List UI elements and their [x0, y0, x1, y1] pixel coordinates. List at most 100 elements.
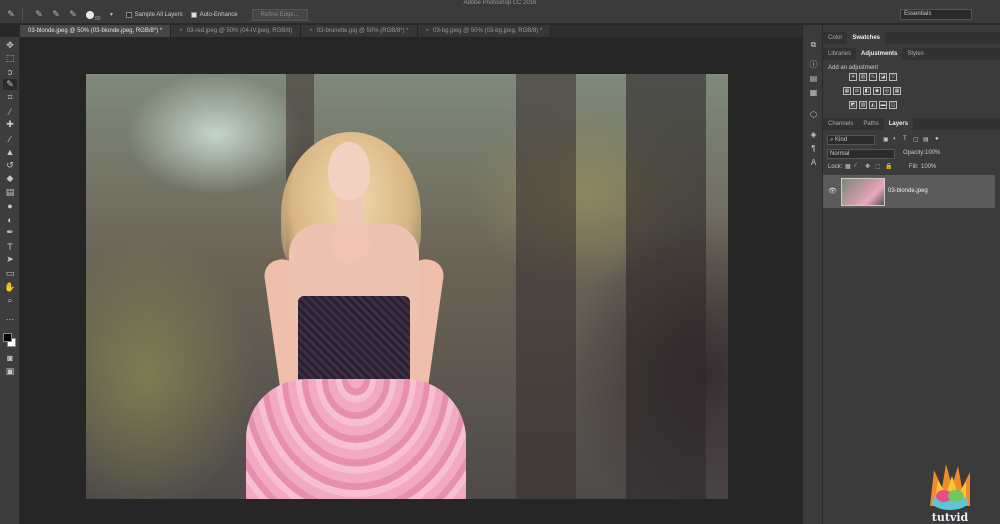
- color-balance-icon[interactable]: ⚖: [853, 87, 861, 95]
- close-icon[interactable]: ×: [179, 28, 183, 34]
- zoom-tool-icon[interactable]: ⌕: [3, 295, 17, 306]
- 3d-icon[interactable]: ⬡: [808, 109, 819, 120]
- smart-object-filter-icon[interactable]: ▤: [923, 136, 929, 143]
- workspace-select[interactable]: Essentials: [900, 9, 972, 20]
- clone-stamp-tool-icon[interactable]: ▲: [3, 146, 17, 157]
- quick-mask-icon[interactable]: ◙: [3, 352, 17, 363]
- hand-tool-icon[interactable]: ✋: [3, 282, 17, 293]
- document-image[interactable]: [86, 74, 728, 499]
- eyedropper-tool-icon[interactable]: ⁄: [3, 106, 17, 117]
- fill-value[interactable]: 100%: [921, 164, 936, 170]
- gradient-map-icon[interactable]: ▬: [879, 101, 887, 109]
- posterize-icon[interactable]: ▨: [859, 101, 867, 109]
- eye-icon[interactable]: 👁: [828, 187, 837, 195]
- info-icon[interactable]: ⓘ: [808, 59, 819, 70]
- character-icon[interactable]: A: [808, 157, 819, 168]
- channel-mixer-icon[interactable]: ◎: [883, 87, 891, 95]
- screen-mode-icon[interactable]: ▣: [3, 366, 17, 377]
- tab-swatches[interactable]: Swatches: [847, 32, 886, 44]
- selective-color-icon[interactable]: ◫: [889, 101, 897, 109]
- hue-saturation-icon[interactable]: ▦: [843, 87, 851, 95]
- checkbox-box[interactable]: [125, 11, 132, 18]
- canvas-area[interactable]: [20, 37, 802, 524]
- lock-all-icon[interactable]: 🔒: [885, 163, 892, 170]
- type-tool-icon[interactable]: T: [3, 241, 17, 252]
- close-icon[interactable]: ×: [426, 28, 430, 34]
- adjustment-filter-icon[interactable]: ◐: [893, 136, 897, 142]
- history-icon[interactable]: ⧉: [808, 39, 819, 50]
- layer-name[interactable]: 03-blonde.jpeg: [888, 188, 928, 194]
- fill-label: Fill:: [909, 164, 919, 170]
- brush-preset-picker[interactable]: [86, 10, 94, 19]
- black-white-icon[interactable]: ◧: [863, 87, 871, 95]
- levels-icon[interactable]: ▥: [859, 73, 867, 81]
- new-selection-icon[interactable]: ✎: [33, 9, 45, 21]
- properties-icon[interactable]: ▤: [808, 73, 819, 84]
- threshold-icon[interactable]: ◭: [869, 101, 877, 109]
- tab-doc-4[interactable]: × 03-bg.jpeg @ 50% (03-bg.jpeg, RGB/8) *: [417, 25, 552, 37]
- brush-tool-icon[interactable]: ∕: [3, 133, 17, 144]
- healing-brush-tool-icon[interactable]: ✚: [3, 119, 17, 130]
- tab-paths[interactable]: Paths: [858, 118, 883, 130]
- add-to-selection-icon[interactable]: ✎: [50, 9, 62, 21]
- opacity-value[interactable]: 100%: [925, 150, 940, 156]
- checkbox-box[interactable]: [190, 11, 197, 18]
- vibrance-icon[interactable]: ▽: [889, 73, 897, 81]
- lasso-tool-icon[interactable]: ↄ: [3, 66, 17, 77]
- auto-enhance-checkbox[interactable]: Auto-Enhance: [190, 11, 238, 18]
- pixel-filter-icon[interactable]: ▣: [883, 136, 889, 143]
- shape-filter-icon[interactable]: ▢: [913, 136, 919, 143]
- tab-channels[interactable]: Channels: [823, 118, 858, 130]
- marquee-tool-icon[interactable]: ⬚: [3, 53, 17, 64]
- paragraph-icon[interactable]: ¶: [808, 143, 819, 154]
- pen-tool-icon[interactable]: ✒: [3, 227, 17, 238]
- layer-row[interactable]: 👁 03-blonde.jpeg: [823, 175, 995, 208]
- path-selection-tool-icon[interactable]: ➤: [3, 254, 17, 265]
- exposure-icon[interactable]: ◪: [879, 73, 887, 81]
- subtract-from-selection-icon[interactable]: ✎: [67, 9, 79, 21]
- doc-tab-label: 03-red.jpeg @ 50% (04-IV.jpeg, RGB/8): [186, 28, 293, 34]
- tab-doc-3[interactable]: × 03-brunette.jpg @ 50% (RGB/8*) *: [301, 25, 418, 37]
- tab-color[interactable]: Color: [823, 32, 847, 44]
- tab-doc-1[interactable]: 03-blonde.jpeg @ 50% (03-blonde.jpeg, RG…: [20, 25, 172, 37]
- history-brush-tool-icon[interactable]: ↺: [3, 160, 17, 171]
- invert-icon[interactable]: ◩: [849, 101, 857, 109]
- quick-selection-tool-icon[interactable]: ✎: [5, 9, 17, 21]
- layer-filter-select[interactable]: ⌕ Kind: [827, 135, 875, 145]
- blend-mode-select[interactable]: Normal: [827, 149, 895, 159]
- refine-edge-button[interactable]: Refine Edge...: [251, 8, 308, 21]
- tab-styles[interactable]: Styles: [902, 48, 928, 60]
- quick-selection-tool-icon[interactable]: ✎: [3, 79, 17, 90]
- layer-thumbnail[interactable]: [841, 178, 885, 206]
- blur-tool-icon[interactable]: ●: [3, 200, 17, 211]
- dodge-tool-icon[interactable]: ◐: [3, 214, 17, 225]
- more-tools-icon[interactable]: …: [3, 311, 17, 322]
- brush-settings-icon[interactable]: ▦: [808, 87, 819, 98]
- lock-pixels-icon[interactable]: ▦: [845, 163, 851, 170]
- move-tool-icon[interactable]: ✥: [3, 40, 17, 51]
- photo-filter-icon[interactable]: ◉: [873, 87, 881, 95]
- crop-tool-icon[interactable]: ⌗: [3, 92, 17, 103]
- filter-toggle-icon[interactable]: ●: [935, 136, 939, 142]
- lock-paint-icon[interactable]: ∕: [855, 163, 856, 169]
- tab-adjustments[interactable]: Adjustments: [856, 48, 903, 60]
- lock-position-icon[interactable]: ✥: [865, 163, 870, 170]
- tab-libraries[interactable]: Libraries: [823, 48, 856, 60]
- eraser-tool-icon[interactable]: ◆: [3, 173, 17, 184]
- brightness-icon[interactable]: ☀: [849, 73, 857, 81]
- actions-icon[interactable]: ◈: [808, 129, 819, 140]
- sample-all-layers-checkbox[interactable]: Sample All Layers: [125, 11, 183, 18]
- foreground-color-swatch[interactable]: [3, 333, 12, 342]
- rectangle-tool-icon[interactable]: ▭: [3, 268, 17, 279]
- tree-trunk: [516, 74, 576, 499]
- color-panel-tabs: Color Swatches: [823, 32, 1000, 44]
- lock-artboard-icon[interactable]: ⬚: [875, 163, 881, 170]
- gradient-tool-icon[interactable]: ▤: [3, 187, 17, 198]
- curves-icon[interactable]: ∿: [869, 73, 877, 81]
- tab-layers[interactable]: Layers: [883, 118, 914, 130]
- close-icon[interactable]: ×: [309, 28, 313, 34]
- color-lookup-icon[interactable]: ▦: [893, 87, 901, 95]
- type-filter-icon[interactable]: T: [903, 136, 907, 142]
- tab-doc-2[interactable]: × 03-red.jpeg @ 50% (04-IV.jpeg, RGB/8): [171, 25, 302, 37]
- chevron-down-icon[interactable]: ▾: [106, 9, 118, 21]
